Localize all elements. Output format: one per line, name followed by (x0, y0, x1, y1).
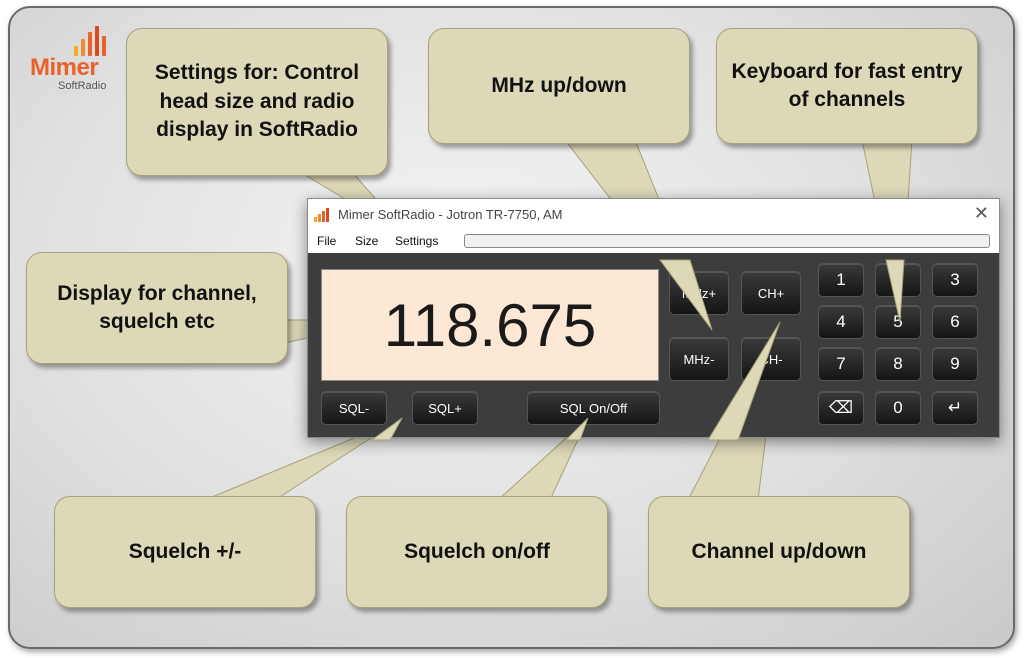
ch-plus-button[interactable]: CH+ (741, 271, 801, 315)
backspace-key[interactable]: ⌫ (818, 391, 864, 425)
menu-file[interactable]: File (317, 234, 336, 248)
channel-display: 118.675 (321, 269, 659, 381)
window-title: Mimer SoftRadio - Jotron TR-7750, AM (338, 207, 563, 222)
key-7[interactable]: 7 (818, 347, 864, 381)
key-1[interactable]: 1 (818, 263, 864, 297)
display-callout: Display for channel, squelch etc (26, 252, 288, 364)
menu-settings[interactable]: Settings (395, 234, 438, 248)
key-0[interactable]: 0 (875, 391, 921, 425)
logo-name: Mimer (30, 54, 99, 81)
softradio-window: Mimer SoftRadio - Jotron TR-7750, AM ✕ F… (307, 198, 1000, 438)
signal-bars-icon (74, 26, 110, 56)
close-icon[interactable]: ✕ (974, 203, 989, 224)
sql-onoff-button[interactable]: SQL On/Off (527, 391, 660, 425)
key-8[interactable]: 8 (875, 347, 921, 381)
status-bar (464, 234, 990, 248)
sql-plus-button[interactable]: SQL+ (412, 391, 478, 425)
menu-size[interactable]: Size (355, 234, 378, 248)
key-2[interactable]: 2 (875, 263, 921, 297)
key-5[interactable]: 5 (875, 305, 921, 339)
enter-key[interactable]: ↵ (932, 391, 978, 425)
logo-subtitle: SoftRadio (58, 80, 107, 92)
app-icon (314, 208, 334, 222)
frequency-value: 118.675 (383, 291, 597, 359)
key-6[interactable]: 6 (932, 305, 978, 339)
channel-callout: Channel up/down (648, 496, 910, 608)
mhz-plus-button[interactable]: MHz+ (669, 271, 729, 315)
mhz-minus-button[interactable]: MHz- (669, 337, 729, 381)
key-4[interactable]: 4 (818, 305, 864, 339)
settings-callout: Settings for: Control head size and radi… (126, 28, 388, 176)
keyboard-callout: Keyboard for fast entry of channels (716, 28, 978, 144)
ch-minus-button[interactable]: CH- (741, 337, 801, 381)
key-3[interactable]: 3 (932, 263, 978, 297)
menu-bar: File Size Settings (308, 229, 999, 253)
mhz-callout: MHz up/down (428, 28, 690, 144)
key-9[interactable]: 9 (932, 347, 978, 381)
squelch-onoff-callout: Squelch on/off (346, 496, 608, 608)
sql-minus-button[interactable]: SQL- (321, 391, 387, 425)
mimer-logo: Mimer SoftRadio (30, 26, 110, 96)
squelch-pm-callout: Squelch +/- (54, 496, 316, 608)
title-bar[interactable]: Mimer SoftRadio - Jotron TR-7750, AM ✕ (308, 199, 999, 229)
